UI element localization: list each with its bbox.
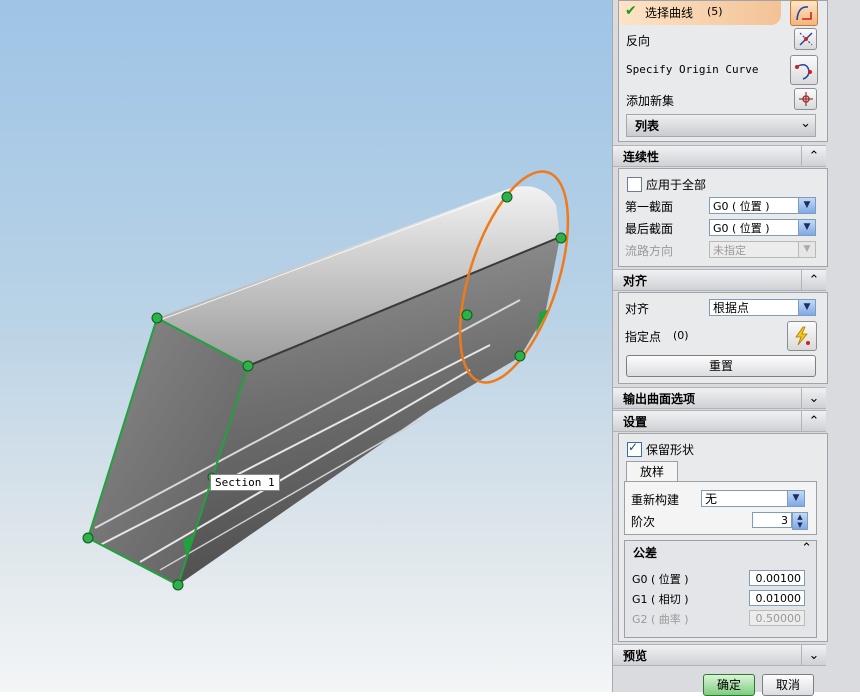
origin-curve-button[interactable] — [790, 55, 818, 85]
rebuild-label: 重新构建 — [631, 493, 680, 507]
output-surface-header[interactable]: 输出曲面选项 ⌄ — [613, 387, 826, 409]
flow-direction-select: 未指定 ▼ — [709, 241, 816, 258]
checkmark-icon: ✓ — [628, 440, 639, 454]
apply-all-checkbox[interactable] — [627, 177, 642, 192]
tab-content: 重新构建 无 ▼ 阶次 3 ▲ ▼ — [624, 481, 817, 535]
rebuild-select[interactable]: 无 ▼ — [701, 490, 805, 507]
output-surface-title: 输出曲面选项 — [623, 392, 696, 406]
g0-label: G0 ( 位置 ) — [632, 573, 689, 586]
continuity-group: 应用于全部 第一截面 G0 ( 位置 ) ▼ 最后截面 G0 ( 位置 ) ▼ … — [618, 168, 828, 267]
settings-header[interactable]: 设置 ⌃ — [613, 410, 826, 432]
align-value: 根据点 — [713, 301, 750, 315]
reset-button[interactable]: 重置 — [626, 355, 816, 377]
dropdown-arrow-icon: ▼ — [798, 198, 815, 213]
rebuild-value: 无 — [705, 492, 718, 506]
dropdown-arrow-icon: ▼ — [798, 242, 815, 257]
preview-header[interactable]: 预览 ⌄ — [613, 644, 826, 666]
alignment-title: 对齐 — [623, 274, 648, 288]
last-section-select[interactable]: G0 ( 位置 ) ▼ — [709, 219, 816, 236]
tolerance-box: 公差 ⌃ G0 ( 位置 ) 0.00100 G1 ( 相切 ) 0.01000… — [624, 540, 817, 638]
g1-label: G1 ( 相切 ) — [632, 593, 689, 606]
section-point — [172, 579, 184, 591]
select-curve-count: (5) — [707, 5, 723, 18]
lightning-icon — [795, 326, 810, 346]
g2-label: G2 ( 曲率 ) — [632, 613, 689, 626]
chevron-down-icon: ⌄ — [801, 388, 826, 409]
section-point — [461, 309, 473, 321]
loft-dialog: ✔ 选择曲线 (5) 反向 Specify Origin Curve 添加新集 … — [612, 0, 860, 696]
section-point — [242, 360, 254, 372]
section-group: ✔ 选择曲线 (5) 反向 Specify Origin Curve 添加新集 … — [618, 0, 828, 142]
continuity-header[interactable]: 连续性 ⌃ — [613, 145, 826, 167]
dropdown-arrow-icon: ▼ — [787, 491, 804, 506]
tab-loft-label: 放样 — [639, 465, 664, 479]
section-point — [514, 350, 526, 362]
tolerance-header[interactable]: 公差 ⌃ — [625, 541, 816, 563]
settings-group: ✓ 保留形状 放样 重新构建 无 ▼ 阶次 3 ▲ ▼ 公差 ⌃ G0 ( 位置 … — [618, 433, 828, 642]
tab-loft[interactable]: 放样 — [626, 461, 678, 482]
g2-input: 0.50000 — [749, 610, 805, 626]
add-new-set-label: 添加新集 — [626, 94, 675, 108]
g0-input[interactable]: 0.00100 — [749, 570, 805, 586]
chevron-up-icon: ⌃ — [801, 541, 812, 556]
last-section-label: 最后截面 — [625, 222, 674, 236]
continuity-title: 连续性 — [623, 150, 660, 164]
first-section-value: G0 ( 位置 ) — [713, 200, 770, 213]
degree-label: 阶次 — [631, 515, 656, 529]
first-section-label: 第一截面 — [625, 200, 674, 214]
list-label: 列表 — [635, 119, 660, 133]
specify-point-label: 指定点 — [625, 330, 662, 344]
origin-curve-icon — [795, 64, 812, 80]
last-section-value: G0 ( 位置 ) — [713, 222, 770, 235]
point-dialog-button[interactable] — [787, 321, 817, 351]
flow-direction-value: 未指定 — [713, 244, 746, 257]
align-select[interactable]: 根据点 ▼ — [709, 299, 816, 316]
checkmark-icon: ✔ — [625, 3, 637, 19]
reverse-button[interactable] — [794, 28, 817, 50]
tolerance-title: 公差 — [633, 546, 658, 560]
section-point — [555, 232, 567, 244]
first-section-select[interactable]: G0 ( 位置 ) ▼ — [709, 197, 816, 214]
section-label: Section 1 — [210, 474, 280, 491]
curve-select-icon — [796, 6, 812, 21]
ok-button[interactable]: 确定 — [703, 674, 755, 696]
loft-model — [82, 170, 570, 591]
dropdown-arrow-icon: ▼ — [798, 220, 815, 235]
chevron-up-icon: ⌃ — [801, 270, 826, 291]
dropdown-arrow-icon: ▼ — [798, 300, 815, 315]
chevron-up-icon: ⌃ — [801, 411, 826, 432]
select-curve-row[interactable]: ✔ 选择曲线 (5) — [619, 1, 781, 25]
preserve-shape-label: 保留形状 — [646, 443, 695, 457]
origin-curve-label: Specify Origin Curve — [626, 63, 759, 76]
add-set-icon — [798, 92, 813, 106]
align-label: 对齐 — [625, 302, 650, 316]
alignment-group: 对齐 根据点 ▼ 指定点 (0) 重置 — [618, 292, 828, 384]
flow-direction-label: 流路方向 — [625, 244, 674, 258]
chevron-down-icon: ⌄ — [801, 645, 826, 666]
section-point — [501, 191, 513, 203]
specify-point-count: (0) — [673, 329, 689, 342]
add-new-set-button[interactable] — [794, 88, 817, 110]
section-point — [151, 312, 163, 324]
cancel-button[interactable]: 取消 — [762, 674, 814, 696]
list-subheader[interactable]: 列表 ⌄ — [626, 114, 816, 137]
preserve-shape-checkbox[interactable]: ✓ — [627, 440, 642, 457]
alignment-header[interactable]: 对齐 ⌃ — [613, 269, 826, 291]
apply-all-label: 应用于全部 — [646, 178, 707, 192]
select-curve-label: 选择曲线 — [645, 6, 694, 20]
section-point — [82, 532, 94, 544]
chevron-up-icon: ⌃ — [801, 146, 826, 167]
reverse-direction-icon — [798, 32, 813, 46]
degree-spinner[interactable]: ▲ ▼ — [792, 512, 808, 530]
graphics-viewport[interactable]: Section 1 — [0, 0, 612, 692]
settings-title: 设置 — [623, 415, 648, 429]
g1-input[interactable]: 0.01000 — [749, 590, 805, 606]
degree-input[interactable]: 3 — [752, 512, 792, 528]
preview-title: 预览 — [623, 649, 648, 663]
curve-select-button[interactable] — [790, 0, 818, 26]
reverse-label: 反向 — [626, 34, 651, 48]
chevron-down-icon: ⌄ — [800, 116, 811, 131]
